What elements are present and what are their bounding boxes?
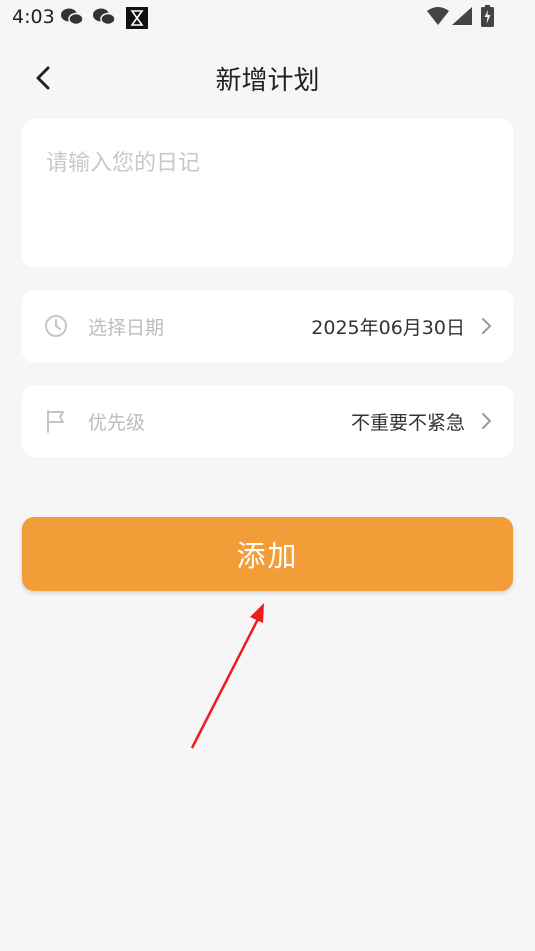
annotation-arrow-icon [190,603,264,749]
chevron-right-icon [481,317,493,335]
hourglass-icon [126,7,148,33]
back-button[interactable] [26,60,60,96]
date-picker-row[interactable]: 选择日期 2025年06月30日 [22,290,513,362]
priority-picker-row[interactable]: 优先级 不重要不紧急 [22,385,513,457]
battery-icon [481,5,494,31]
priority-label: 优先级 [88,412,146,434]
nav-bar: 新增计划 [0,46,535,110]
date-value: 2025年06月30日 [311,317,465,339]
status-time: 4:03 [12,6,55,28]
priority-value: 不重要不紧急 [350,412,465,434]
chevron-left-icon [36,66,50,90]
diary-card [22,119,513,267]
flag-icon [44,409,68,433]
date-label: 选择日期 [88,317,165,339]
wifi-icon [427,7,449,29]
status-bar: 4:03 [0,0,535,36]
chevron-right-icon [481,412,493,430]
page-title: 新增计划 [215,66,320,96]
add-button[interactable]: 添加 [22,517,513,591]
clock-icon [44,314,68,338]
wechat-icon [92,7,116,31]
diary-input[interactable] [46,145,486,245]
signal-icon [452,7,472,29]
wechat-icon [60,7,84,31]
